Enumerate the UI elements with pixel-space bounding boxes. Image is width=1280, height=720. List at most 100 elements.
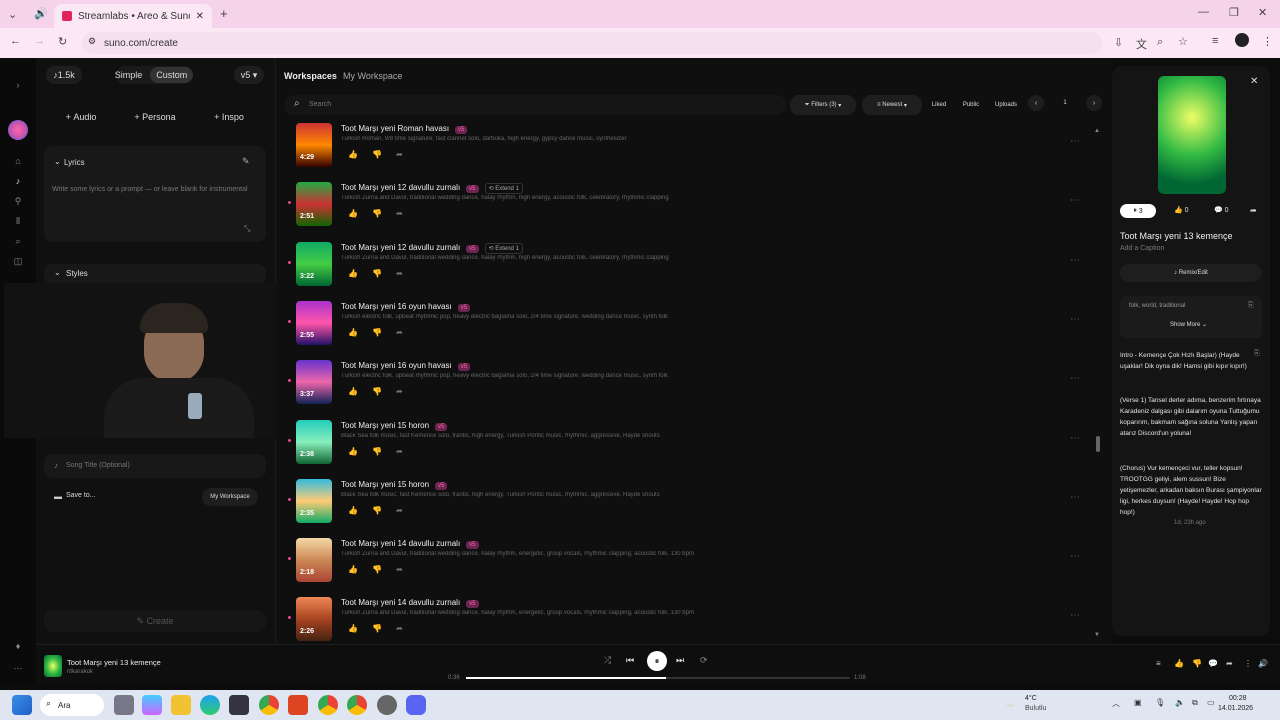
player-share-icon[interactable]: ➦ xyxy=(1226,659,1233,668)
song-title[interactable]: Toot Marşı yeni 16 oyun havası xyxy=(341,361,452,370)
share-icon[interactable]: ➦ xyxy=(396,150,403,159)
expand-nav-icon[interactable]: › xyxy=(12,80,24,92)
liked-filter[interactable]: Liked xyxy=(926,95,952,115)
back-icon[interactable]: ← xyxy=(10,35,21,47)
queue-icon[interactable]: ≡ xyxy=(1156,659,1161,668)
bookmark-icon[interactable]: ☆ xyxy=(1178,35,1188,48)
taskbar-search[interactable]: ⌕ Ara xyxy=(40,694,104,716)
share-icon[interactable]: ➦ xyxy=(396,447,403,456)
scrollbar-thumb[interactable] xyxy=(1096,436,1100,452)
progress-track[interactable] xyxy=(466,677,850,679)
song-title-input[interactable]: Song Title (Optional) xyxy=(66,462,130,469)
copy-icon[interactable]: ⎘ xyxy=(1248,302,1254,310)
translate-icon[interactable]: 文 xyxy=(1136,36,1147,52)
battery-icon[interactable]: ▭ xyxy=(1207,698,1215,707)
profile-avatar[interactable] xyxy=(1235,33,1249,47)
filters-button[interactable]: ⏷ Filters (3) ▾ xyxy=(790,95,856,115)
share-icon[interactable]: ➦ xyxy=(396,624,403,633)
add-audio-button[interactable]: + Audio xyxy=(46,108,116,126)
tray-chevron-icon[interactable]: ︿ xyxy=(1112,698,1120,709)
shuffle-icon[interactable]: ⤮ xyxy=(604,655,611,666)
resize-icon[interactable]: ⤡ xyxy=(244,224,250,234)
song-title[interactable]: Toot Marşı yeni 15 horon xyxy=(341,421,429,430)
weather-desc[interactable]: Bulutlu xyxy=(1025,705,1046,712)
player-like-icon[interactable]: 👍 xyxy=(1174,659,1184,668)
discord-icon[interactable] xyxy=(406,695,426,715)
song-row[interactable]: 2:55 Toot Marşı yeni 16 oyun havası v5 Turk… xyxy=(288,300,1082,359)
like-icon[interactable]: 👍 xyxy=(348,150,358,159)
player-title[interactable]: Toot Marşı yeni 13 kemençe xyxy=(67,658,161,667)
share-icon[interactable]: ➦ xyxy=(396,269,403,278)
tab-close-icon[interactable]: ✕ xyxy=(196,11,204,22)
song-title[interactable]: Toot Marşı yeni 16 oyun havası xyxy=(341,302,452,311)
extend-badge[interactable]: ⟲ Extend 1 xyxy=(484,242,523,254)
create-button[interactable]: ✎ Create xyxy=(44,610,266,632)
sort-button[interactable]: ≡ Newest ▾ xyxy=(862,95,922,115)
minimize-icon[interactable]: — xyxy=(1198,6,1209,18)
dislike-icon[interactable]: 👎 xyxy=(372,387,382,396)
copy-lyrics-icon[interactable]: ⎘ xyxy=(1254,350,1260,358)
share-icon[interactable]: ➦ xyxy=(1250,206,1257,215)
dislike-icon[interactable]: 👎 xyxy=(372,150,382,159)
share-icon[interactable]: ➦ xyxy=(396,387,403,396)
more-options-icon[interactable]: ⋯ xyxy=(1070,492,1080,503)
library-icon[interactable]: ⫴ xyxy=(12,216,24,228)
clock-time[interactable]: 00:28 xyxy=(1229,695,1247,702)
song-title-field[interactable]: ♪ Song Title (Optional) xyxy=(44,454,266,478)
remix-edit-button[interactable]: ♪ Remix/Edit xyxy=(1120,264,1262,282)
more-options-icon[interactable]: ⋯ xyxy=(1070,136,1080,147)
search-nav-icon[interactable]: ⌕ xyxy=(12,236,24,248)
weather-temp[interactable]: 4°C xyxy=(1025,695,1037,702)
browser-menu-icon[interactable]: ⋮ xyxy=(1262,35,1273,48)
more-options-icon[interactable]: ⋯ xyxy=(1070,551,1080,562)
install-icon[interactable]: ⇩ xyxy=(1114,36,1123,49)
audio-icon[interactable]: 🔊 xyxy=(34,7,48,20)
search-input[interactable]: Search xyxy=(309,101,331,108)
dislike-icon[interactable]: 👎 xyxy=(372,269,382,278)
magic-wand-icon[interactable]: ✎ xyxy=(242,156,250,167)
styles-chevron-icon[interactable]: ⌄ xyxy=(54,268,61,277)
scroll-up-icon[interactable]: ▲ xyxy=(1094,128,1100,134)
new-tab-icon[interactable]: + xyxy=(220,6,228,21)
play-count-button[interactable]: ⏸ 3 xyxy=(1120,204,1156,218)
like-icon[interactable]: 👍 xyxy=(348,328,358,337)
styles-box[interactable]: ⌄ Styles xyxy=(44,264,266,284)
dislike-icon[interactable]: 👎 xyxy=(372,447,382,456)
more-options-icon[interactable]: ⋯ xyxy=(1070,314,1080,325)
caption-input[interactable]: Add a Caption xyxy=(1120,245,1164,252)
user-avatar[interactable] xyxy=(8,120,28,140)
extend-badge[interactable]: ⟲ Extend 1 xyxy=(484,183,523,195)
chrome-profile-icon[interactable] xyxy=(318,695,338,715)
song-title[interactable]: Toot Marşı yeni Roman havası xyxy=(341,124,449,133)
mic-icon[interactable]: 🎙 xyxy=(1155,698,1165,707)
maximize-icon[interactable]: ❐ xyxy=(1229,6,1239,19)
like-icon[interactable]: 👍 xyxy=(348,447,358,456)
share-icon[interactable]: ➦ xyxy=(396,328,403,337)
version-select[interactable]: v5 ▾ xyxy=(234,66,264,84)
search-field[interactable]: ⌕ Search xyxy=(284,95,786,115)
song-row[interactable]: 2:51 Toot Marşı yeni 12 davullu zurnalı v5… xyxy=(288,181,1082,240)
more-options-icon[interactable]: ⋯ xyxy=(1070,433,1080,444)
add-persona-button[interactable]: + Persona xyxy=(120,108,190,126)
mode-custom[interactable]: Custom xyxy=(150,67,194,83)
volume-icon[interactable]: 🔊 xyxy=(1258,659,1268,668)
tab-search-icon[interactable]: ⌄ xyxy=(8,8,17,21)
player-dislike-icon[interactable]: 👎 xyxy=(1192,659,1202,668)
chrome-icon[interactable] xyxy=(259,695,279,715)
studio-icon[interactable]: ◫ xyxy=(12,256,24,268)
file-explorer-icon[interactable] xyxy=(171,695,191,715)
more-options-icon[interactable]: ⋯ xyxy=(1070,255,1080,266)
player-comment-icon[interactable]: 💬 xyxy=(1208,659,1218,668)
site-info-icon[interactable]: ⚙ xyxy=(88,36,96,47)
clock-date[interactable]: 14.01.2026 xyxy=(1218,705,1253,712)
forward-icon[interactable]: → xyxy=(34,35,45,47)
next-page-icon[interactable]: › xyxy=(1086,95,1102,111)
like-icon[interactable]: 👍 xyxy=(348,565,358,574)
dislike-icon[interactable]: 👎 xyxy=(372,565,382,574)
scroll-down-icon[interactable]: ▼ xyxy=(1094,632,1100,638)
reload-icon[interactable]: ↻ xyxy=(58,35,67,48)
previous-icon[interactable]: ⏮ xyxy=(626,655,634,666)
reading-list-icon[interactable]: ≡ xyxy=(1212,35,1218,47)
copilot-icon[interactable] xyxy=(142,695,162,715)
player-more-icon[interactable]: ⋮ xyxy=(1244,659,1252,668)
